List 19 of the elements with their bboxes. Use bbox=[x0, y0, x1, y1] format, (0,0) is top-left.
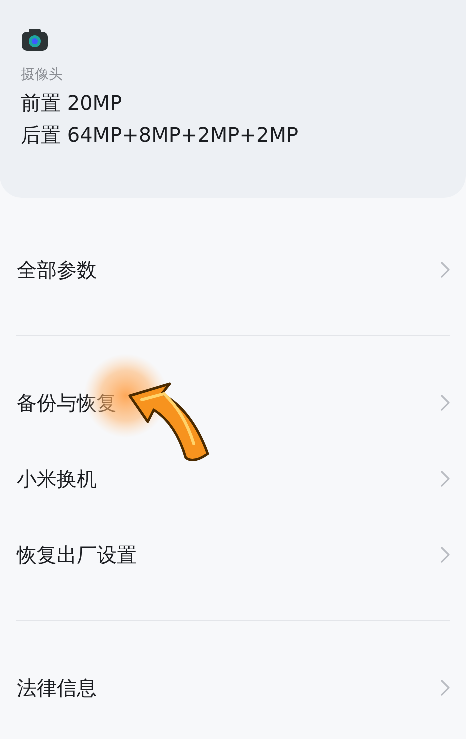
camera-label: 摄像头 bbox=[21, 66, 64, 84]
settings-label: 小米换机 bbox=[17, 466, 97, 493]
chevron-right-icon bbox=[441, 262, 450, 278]
camera-spec-text: 前置 20MP bbox=[21, 90, 124, 116]
chevron-right-icon bbox=[441, 395, 450, 411]
camera-icon bbox=[21, 28, 49, 52]
chevron-right-icon bbox=[441, 680, 450, 696]
camera-spec-text: 后置 64MP+8MP+2MP+2MP bbox=[21, 122, 300, 148]
settings-row[interactable]: 小米换机 bbox=[0, 441, 466, 517]
settings-label: 恢复出厂设置 bbox=[17, 542, 137, 569]
settings-label: 全部参数 bbox=[17, 257, 97, 284]
chevron-right-icon bbox=[441, 547, 450, 563]
settings-label: 法律信息 bbox=[17, 675, 97, 702]
settings-row[interactable]: 全部参数 bbox=[0, 232, 466, 308]
settings-row[interactable]: 恢复出厂设置 bbox=[0, 517, 466, 593]
settings-row[interactable]: 法律信息 bbox=[0, 650, 466, 726]
settings-row[interactable]: 备份与恢复 bbox=[0, 365, 466, 441]
settings-label: 备份与恢复 bbox=[17, 390, 117, 417]
chevron-right-icon bbox=[441, 471, 450, 487]
